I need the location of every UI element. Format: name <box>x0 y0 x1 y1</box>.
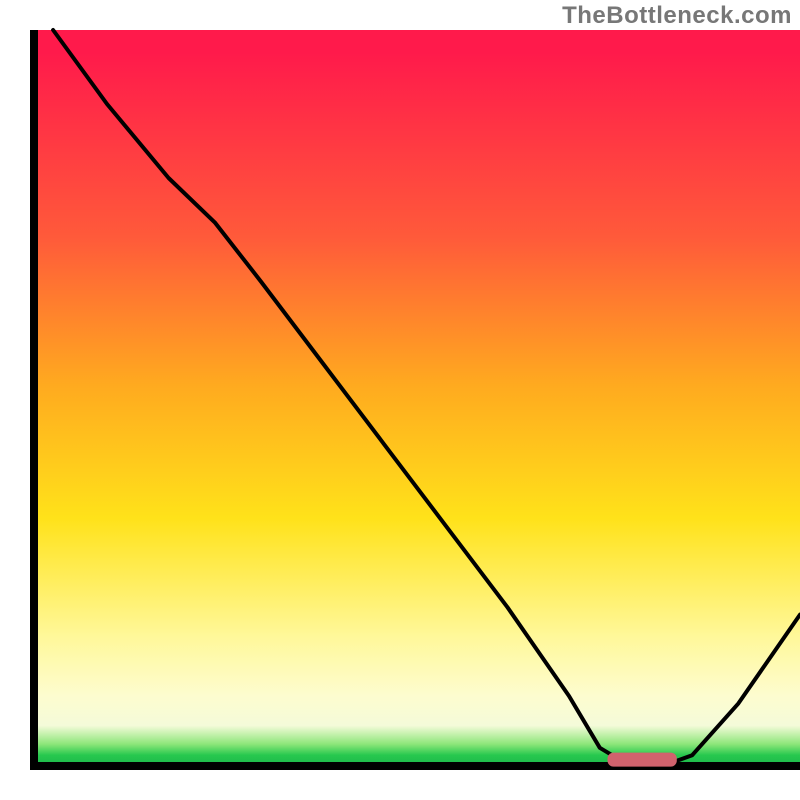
chart-frame: TheBottleneck.com <box>0 0 800 800</box>
chart-svg <box>30 30 800 770</box>
optimal-range-marker <box>608 753 677 767</box>
watermark-text: TheBottleneck.com <box>562 2 792 30</box>
bottleneck-curve <box>53 30 800 766</box>
